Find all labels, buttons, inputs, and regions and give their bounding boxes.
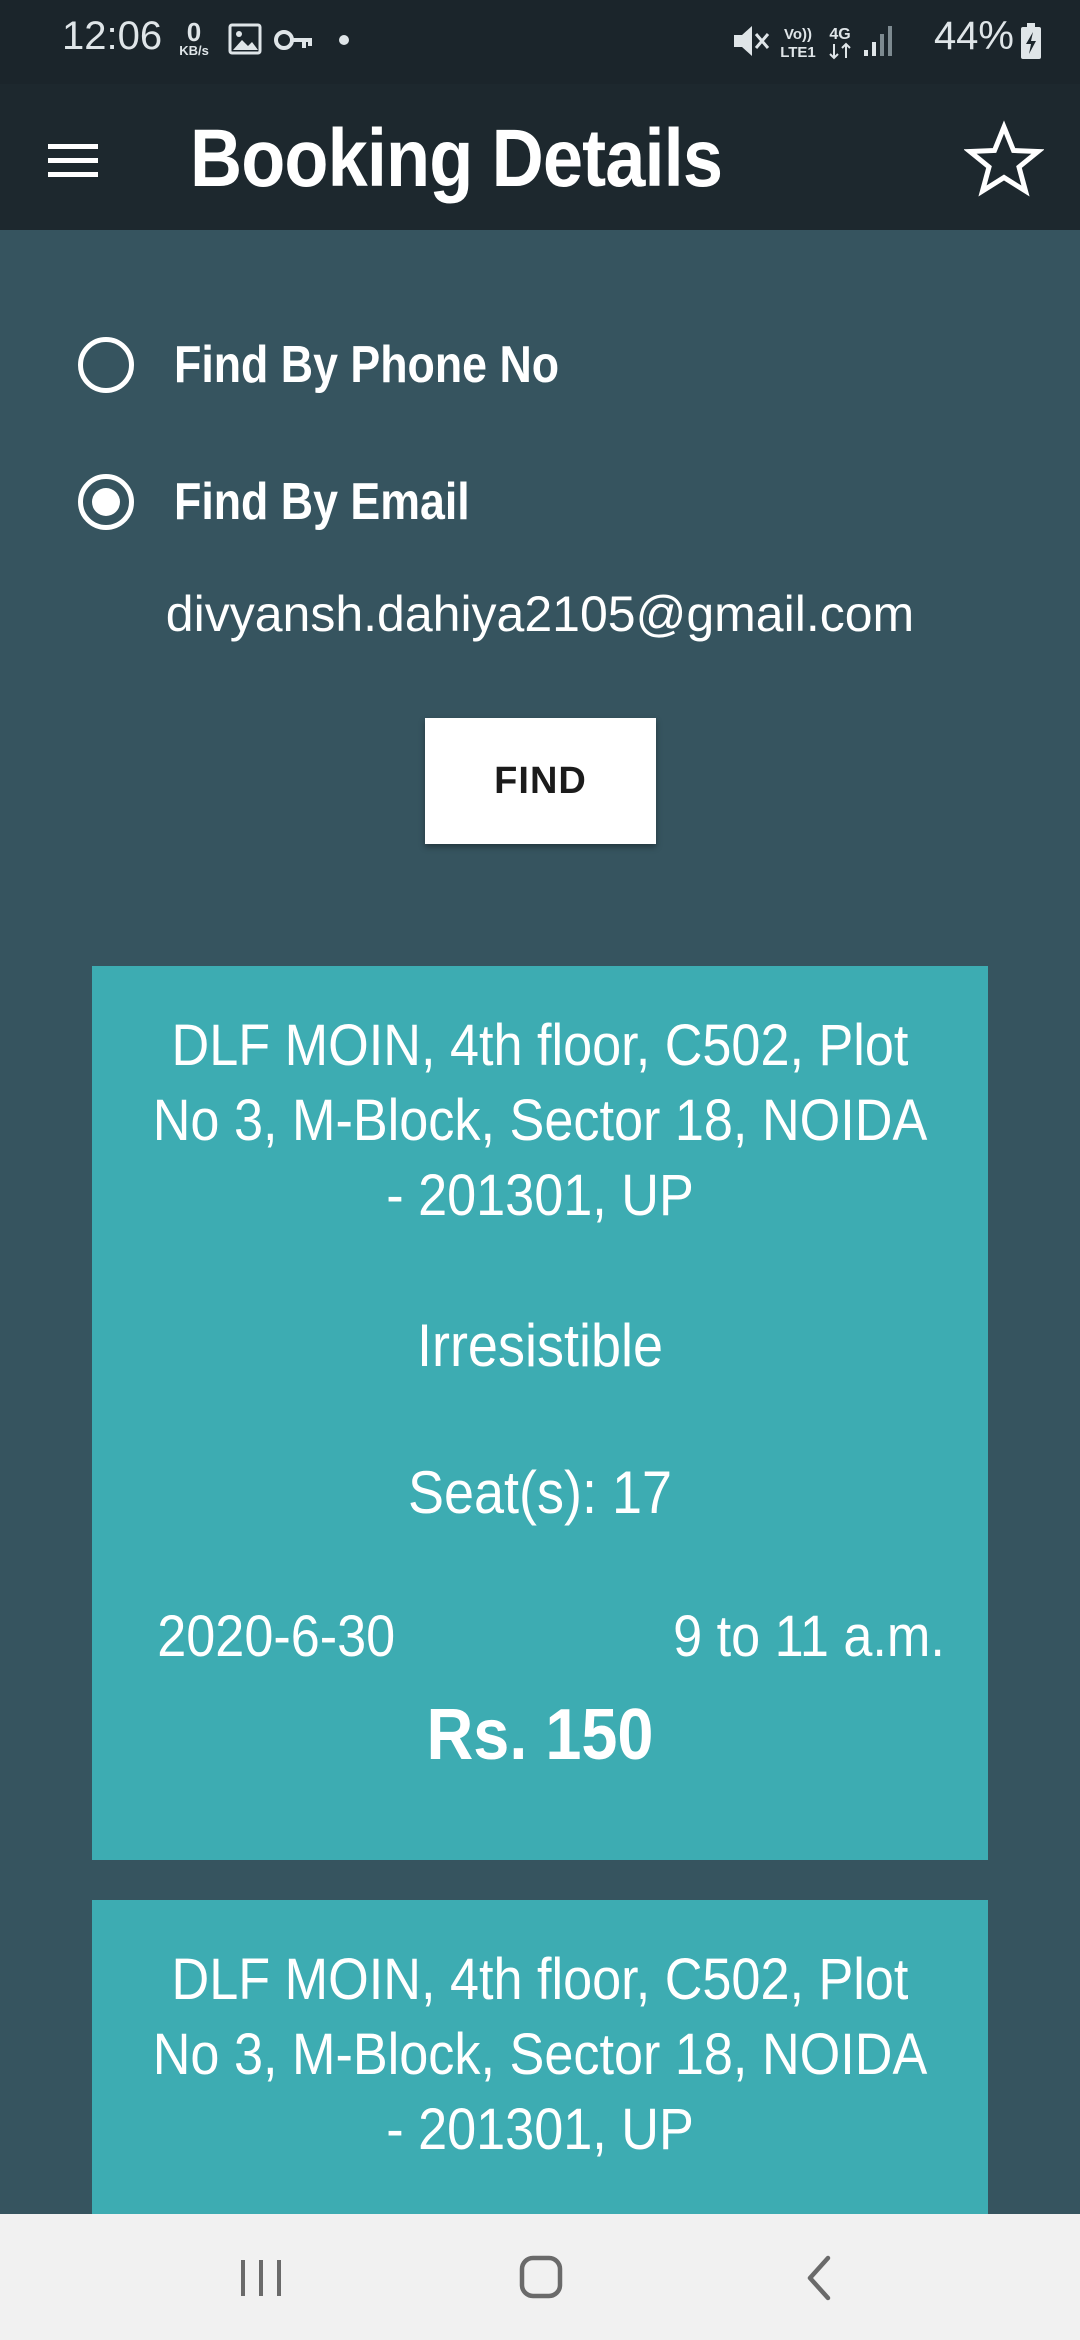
- back-icon[interactable]: [786, 2246, 856, 2310]
- page-title: Booking Details: [190, 113, 723, 204]
- key-icon: [274, 30, 312, 50]
- booking-time: 9 to 11 a.m.: [673, 1604, 945, 1669]
- recent-apps-icon[interactable]: [226, 2246, 296, 2310]
- booking-card[interactable]: DLF MOIN, 4th floor, C502, Plot No 3, M-…: [92, 966, 988, 1860]
- email-input[interactable]: divyansh.dahiya2105@gmail.com: [0, 585, 1080, 643]
- radio-button-email[interactable]: [78, 474, 134, 530]
- star-outline-icon[interactable]: [964, 120, 1044, 200]
- booking-date: 2020-6-30: [157, 1604, 396, 1669]
- battery-charging-icon: [1021, 23, 1041, 59]
- booking-datetime-row: 2020-6-30 9 to 11 a.m.: [92, 1603, 988, 1670]
- radio-label-phone: Find By Phone No: [174, 336, 560, 394]
- booking-price: Rs. 150: [426, 1695, 654, 1775]
- status-bar: 12:06 0 KB/s Vo)) LTE1 4G 44%: [0, 0, 1080, 84]
- battery-level: 44%: [933, 14, 1014, 58]
- booking-title: Irresistible: [416, 1312, 664, 1379]
- radio-label-email: Find By Email: [174, 473, 470, 531]
- network-speed-unit: KB/s: [179, 43, 209, 58]
- app-bar: Booking Details: [0, 84, 1080, 230]
- booking-card[interactable]: DLF MOIN, 4th floor, C502, Plot No 3, M-…: [92, 1900, 988, 2214]
- booking-address: DLF MOIN, 4th floor, C502, Plot No 3, M-…: [152, 1947, 928, 2162]
- svg-text:Vo)): Vo)): [784, 26, 812, 43]
- svg-text:LTE1: LTE1: [780, 44, 816, 61]
- system-nav-bar: [0, 2214, 1080, 2340]
- status-time: 12:06: [62, 14, 163, 58]
- signal-icon: [864, 26, 892, 56]
- radio-option-email[interactable]: Find By Email: [78, 467, 518, 537]
- volte-icon: Vo)) LTE1: [780, 26, 816, 61]
- image-icon: [228, 23, 262, 55]
- home-icon[interactable]: [506, 2246, 576, 2310]
- hamburger-menu-icon[interactable]: [40, 124, 110, 194]
- mute-icon: [734, 26, 770, 56]
- booking-address: DLF MOIN, 4th floor, C502, Plot No 3, M-…: [152, 1013, 928, 1228]
- network-speed-value: 0: [186, 17, 202, 47]
- 4g-icon: 4G: [829, 26, 851, 60]
- network-speed: 0 KB/s: [172, 17, 216, 58]
- dot-icon: [339, 35, 349, 45]
- booking-seats: Seat(s): 17: [407, 1459, 673, 1526]
- svg-text:4G: 4G: [829, 26, 850, 43]
- radio-button-phone[interactable]: [78, 337, 134, 393]
- radio-option-phone[interactable]: Find By Phone No: [78, 330, 622, 400]
- find-button[interactable]: FIND: [425, 718, 656, 844]
